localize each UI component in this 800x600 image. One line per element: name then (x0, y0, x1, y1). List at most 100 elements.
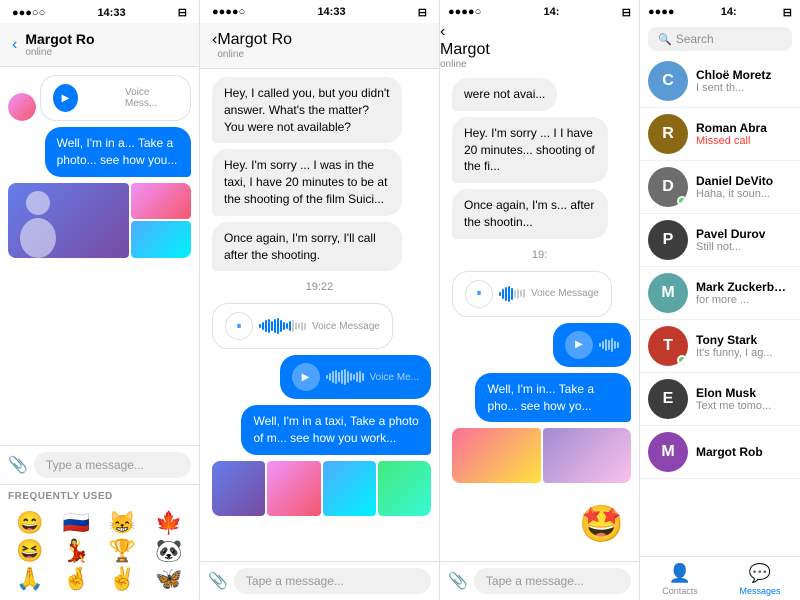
emoji-8[interactable]: 🙏 (8, 566, 52, 592)
contact-preview-5: It's funny, I ag... (696, 347, 792, 359)
contact-name-3: Pavel Durov (696, 227, 792, 241)
online-dot-2 (677, 196, 687, 206)
contact-item-0[interactable]: C Chloë Moretz I sent th... (640, 55, 800, 108)
emoji-2[interactable]: 😸 (101, 510, 145, 536)
photo-row-p3 (448, 428, 631, 483)
pause-button-p2[interactable]: ⏸ (225, 312, 253, 340)
out-voice-bubble-p2[interactable]: ▶ Voice Me... (280, 355, 431, 399)
chat-header-p3: ‹ Margot online (440, 23, 639, 70)
search-input-p4[interactable]: 🔍 Search (648, 27, 792, 51)
avatar-incoming-p1 (8, 93, 36, 121)
pc-3-p2 (323, 461, 376, 516)
pc-2-p3 (543, 428, 632, 483)
signal-p1: ●●●○○ (12, 7, 45, 19)
emoji-11[interactable]: 🦋 (147, 566, 191, 592)
contact-list: C Chloë Moretz I sent th... R Roman Abra… (640, 55, 800, 556)
play-button-p1[interactable]: ▶ (53, 84, 78, 112)
chat-subtitle-p3: online (440, 59, 639, 70)
panel-chat-3: ●●●●○ 14: ⊟ ‹ Margot online were not ava… (440, 0, 640, 600)
photo-3-p1 (131, 221, 191, 258)
contact-item-2[interactable]: D Daniel DeVito Haha, it soun... (640, 161, 800, 214)
contact-item-4[interactable]: M Mark Zuckerberg for more ... (640, 267, 800, 320)
contact-preview-6: Text me tomo... (696, 400, 792, 412)
emoji-4[interactable]: 😆 (8, 538, 52, 564)
out-voice-row-p3: ▶ (448, 323, 631, 367)
contact-info-5: Tony Stark It's funny, I ag... (696, 333, 792, 359)
messages-p2: Hey, I called you, but you didn't answer… (200, 69, 439, 561)
contact-info-0: Chloë Moretz I sent th... (696, 68, 792, 94)
contact-info-3: Pavel Durov Still not... (696, 227, 792, 253)
search-icon-p4: 🔍 (658, 33, 672, 46)
emoji-10[interactable]: ✌️ (101, 566, 145, 592)
tab-messages[interactable]: 💬 Messages (720, 563, 800, 596)
out-voice-p3[interactable]: ▶ (553, 323, 631, 367)
in-msg-2-p3: Hey. I'm sorry ... I I have 20 minutes..… (452, 117, 608, 183)
photo-collage-p2 (212, 461, 431, 516)
contact-avatar-4: M (648, 273, 688, 313)
timestamp-p2: 19:22 (208, 277, 431, 297)
emoji-9[interactable]: 🤞 (54, 566, 98, 592)
waveform-out-p2 (326, 369, 364, 385)
pc-1-p2 (212, 461, 265, 516)
tab-contacts[interactable]: 👤 Contacts (640, 563, 720, 596)
waveform-p3 (499, 286, 525, 302)
attach-icon-p1[interactable]: 📎 (8, 455, 28, 475)
in-msg-row-3-p2: Once again, I'm sorry, I'll call after t… (208, 222, 431, 272)
contact-item-6[interactable]: E Elon Musk Text me tomo... (640, 373, 800, 426)
voice-label-out-p2: Voice Me... (370, 372, 419, 383)
chat-title-p3: Margot (440, 41, 639, 59)
outgoing-text-row-p1: Well, I'm in a... Take a photo... see ho… (8, 127, 191, 177)
emoji-1[interactable]: 🇷🇺 (54, 510, 98, 536)
messages-p1: ▶ Voice Mess... Well, I'm in a... Take a… (0, 67, 199, 445)
contact-preview-1: Missed call (696, 135, 792, 147)
contact-name-2: Daniel DeVito (696, 174, 792, 188)
status-bar-p2: ●●●●○ 14:33 ⊟ (200, 0, 439, 23)
pc-1-p3 (452, 428, 541, 483)
avatar-bg-4: M (648, 273, 688, 313)
contact-info-6: Elon Musk Text me tomo... (696, 386, 792, 412)
status-bar-p3: ●●●●○ 14: ⊟ (440, 0, 639, 23)
emoji-0[interactable]: 😄 (8, 510, 52, 536)
voice-bubble-in-p1[interactable]: ▶ Voice Mess... (40, 75, 191, 121)
contact-item-5[interactable]: T Tony Stark It's funny, I ag... (640, 320, 800, 373)
in-msg-1-p3: were not avai... (452, 78, 557, 111)
contact-name-7: Margot Rob (696, 445, 792, 459)
contact-name-5: Tony Stark (696, 333, 792, 347)
outgoing-msg-p1: Well, I'm in a... Take a photo... see ho… (45, 127, 191, 177)
back-button-p3[interactable]: ‹ (440, 23, 445, 40)
play-button-out-p2[interactable]: ▶ (292, 363, 320, 391)
tab-contacts-label: Contacts (662, 586, 698, 596)
photo-row-p2 (208, 461, 431, 516)
voice-label-p3: Voice Message (531, 288, 599, 299)
in-voice-bubble-p2[interactable]: ⏸ (212, 303, 393, 349)
attach-icon-p2[interactable]: 📎 (208, 571, 228, 591)
battery-p4: ⊟ (783, 6, 792, 19)
message-input-p2[interactable]: Tape a message... (234, 568, 431, 594)
avatar-bg-3: P (648, 220, 688, 260)
emoji-5[interactable]: 💃 (54, 538, 98, 564)
search-placeholder: Search (676, 32, 714, 46)
in-voice-row-p3: ⏸ Voice Message (448, 271, 631, 317)
photo-1-p1 (8, 183, 129, 258)
play-btn-out-p3[interactable]: ▶ (565, 331, 593, 359)
contact-item-1[interactable]: R Roman Abra Missed call (640, 108, 800, 161)
contact-item-7[interactable]: M Margot Rob (640, 426, 800, 479)
attach-icon-p3[interactable]: 📎 (448, 571, 468, 591)
message-input-p3[interactable]: Tape a message... (474, 568, 631, 594)
contact-item-3[interactable]: P Pavel Durov Still not... (640, 214, 800, 267)
emoji-3[interactable]: 🍁 (147, 510, 191, 536)
chat-title-p1: Margot Ro (25, 31, 94, 47)
waveform-out-p3 (599, 338, 619, 352)
emoji-7[interactable]: 🐼 (147, 538, 191, 564)
in-msg-row-1-p2: Hey, I called you, but you didn't answer… (208, 77, 431, 143)
in-voice-p3[interactable]: ⏸ Voice Message (452, 271, 612, 317)
battery-p2: ⊟ (418, 6, 427, 19)
in-msg-2-p2: Hey. I'm sorry ... I was in the taxi, I … (212, 149, 402, 215)
waveform-in-p1 (84, 91, 119, 105)
emoji-6[interactable]: 🏆 (101, 538, 145, 564)
contact-name-1: Roman Abra (696, 121, 792, 135)
back-button-p1[interactable]: ‹ (12, 36, 17, 54)
message-input-p1[interactable]: Type a message... (34, 452, 191, 478)
pause-btn-p3[interactable]: ⏸ (465, 280, 493, 308)
contact-name-4: Mark Zuckerberg (696, 280, 792, 294)
